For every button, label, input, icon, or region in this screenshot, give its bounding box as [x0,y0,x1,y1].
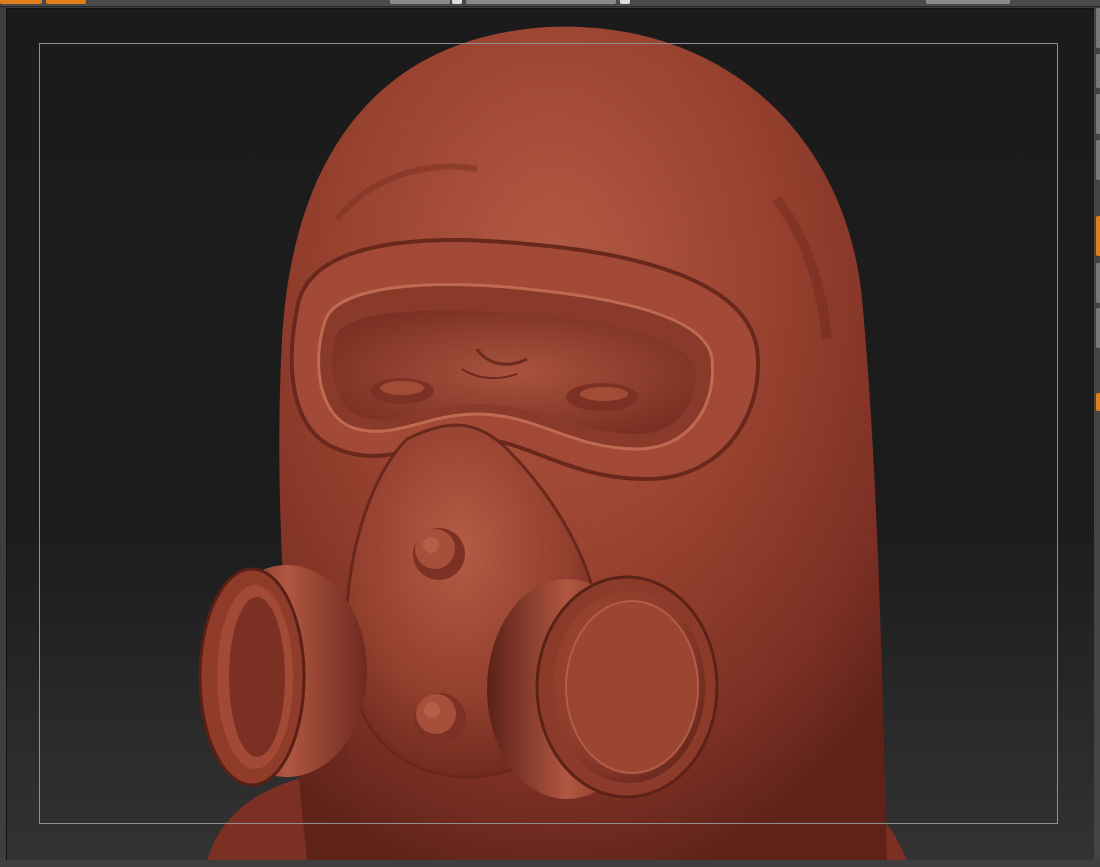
tray-button-1[interactable] [1096,8,1100,48]
top-toolbar [0,0,1100,7]
sculpt-model[interactable] [7,9,1095,861]
toolbar-button-2[interactable] [46,0,86,4]
toolbar-slider-1[interactable] [390,0,450,4]
toolbar-slider-2[interactable] [466,0,616,4]
right-tray [1094,8,1100,860]
tray-button-5[interactable] [1096,216,1100,256]
toolbar-button-1[interactable] [0,0,42,4]
canvas-viewport[interactable] [6,8,1096,862]
zbrush-window [0,0,1100,867]
bottom-strip [0,860,1100,867]
tray-button-6[interactable] [1096,263,1100,303]
tray-button-7[interactable] [1096,308,1100,348]
tray-button-8[interactable] [1096,393,1100,411]
toolbar-button-3[interactable] [926,0,1010,4]
tray-button-3[interactable] [1096,94,1100,134]
toolbar-marker-2[interactable] [620,0,630,4]
tray-button-2[interactable] [1096,54,1100,88]
toolbar-marker-1[interactable] [452,0,462,4]
tray-button-4[interactable] [1096,140,1100,180]
